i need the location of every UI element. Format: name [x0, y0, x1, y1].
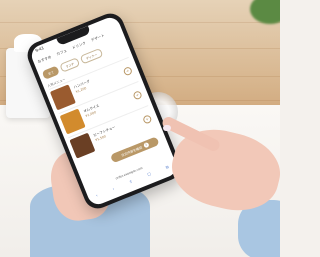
fingernail — [163, 125, 171, 131]
plant-leaves — [250, 0, 280, 24]
forward-icon[interactable]: › — [112, 186, 116, 192]
add-icon[interactable]: + — [122, 65, 134, 77]
add-icon[interactable]: + — [142, 114, 153, 125]
nav-item-cafe[interactable]: カフェ — [56, 49, 69, 61]
food-thumbnail — [69, 132, 96, 159]
add-icon[interactable]: + — [132, 90, 143, 101]
back-icon[interactable]: ‹ — [95, 193, 99, 199]
photo-scene: 9:41 おすすめ カフェ ドリンク デザート 全て ランチ ディナー 人気メニ… — [0, 0, 280, 257]
bookmarks-icon[interactable]: ☐ — [146, 171, 152, 178]
tabs-icon[interactable]: ⧉ — [165, 164, 170, 171]
status-time: 9:41 — [34, 45, 45, 54]
share-icon[interactable]: ⇪ — [128, 179, 133, 186]
checkout-label: 注文内容を確認 — [120, 145, 143, 158]
cart-count-badge: 3 — [142, 141, 150, 149]
filter-chip-all[interactable]: 全て — [41, 65, 60, 80]
